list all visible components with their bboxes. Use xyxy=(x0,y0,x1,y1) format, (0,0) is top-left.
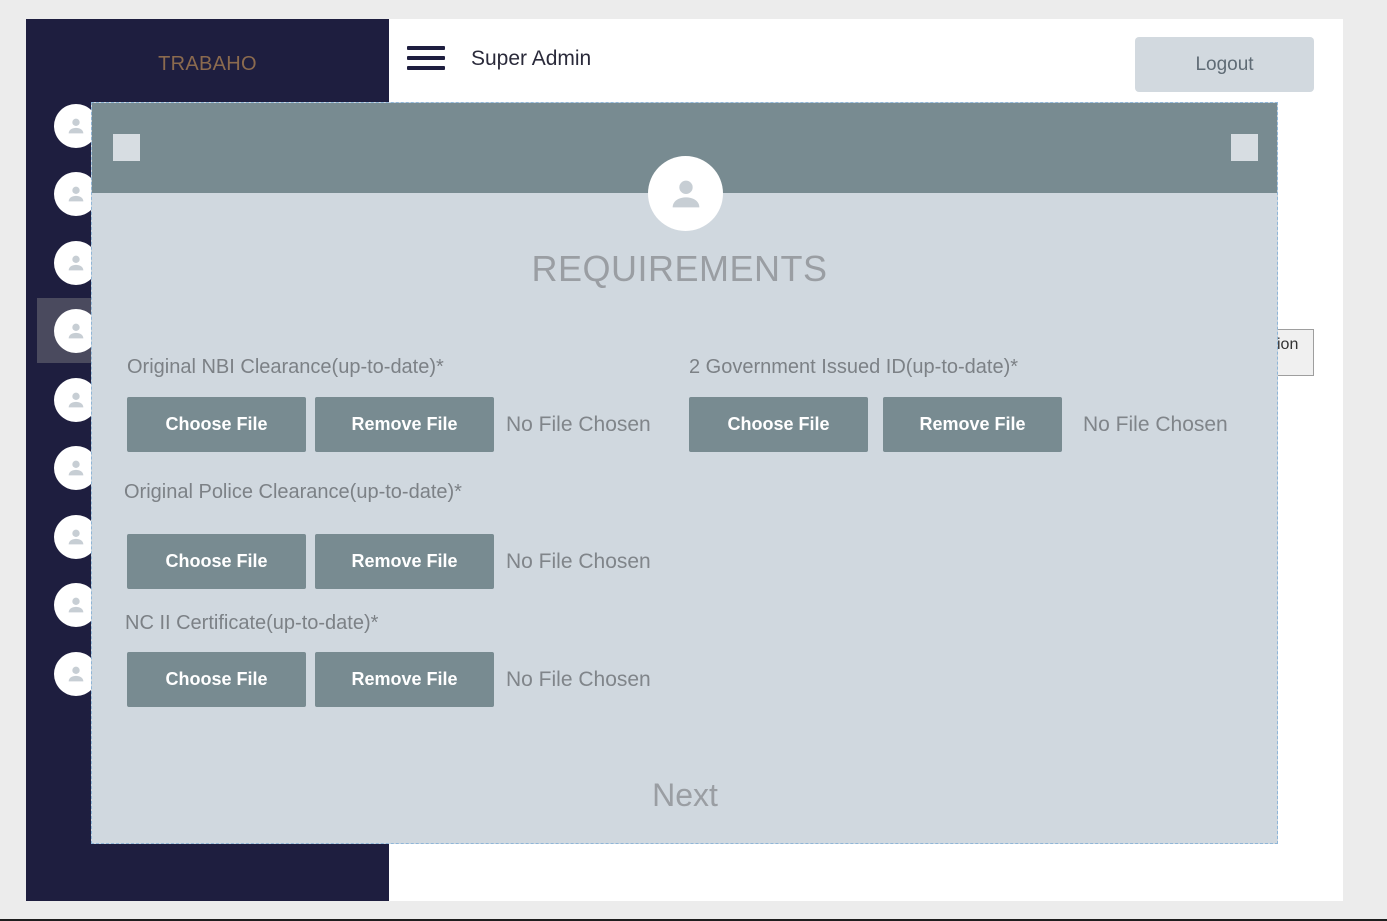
remove-file-button-police[interactable]: Remove File xyxy=(315,534,494,589)
requirement-label-nc2: NC II Certificate(up-to-date)* xyxy=(125,612,379,634)
file-status-nbi: No File Chosen xyxy=(506,413,651,436)
user-icon xyxy=(68,529,84,545)
remove-file-button-nc2[interactable]: Remove File xyxy=(315,652,494,707)
next-button[interactable]: Next xyxy=(632,773,738,817)
remove-file-button-gov-id[interactable]: Remove File xyxy=(883,397,1062,452)
modal-title: REQUIREMENTS xyxy=(531,248,828,289)
file-status-police: No File Chosen xyxy=(506,550,651,573)
user-icon xyxy=(672,180,699,207)
choose-file-button-police[interactable]: Choose File xyxy=(127,534,306,589)
user-icon xyxy=(68,460,84,476)
avatar xyxy=(648,156,723,231)
choose-file-button-nc2[interactable]: Choose File xyxy=(127,652,306,707)
user-icon xyxy=(68,118,84,134)
user-icon xyxy=(68,597,84,613)
header-square-right-icon[interactable] xyxy=(1231,134,1258,161)
requirement-label-nbi: Original NBI Clearance(up-to-date)* xyxy=(127,356,444,378)
user-icon xyxy=(68,186,84,202)
background-partial-button[interactable]: ion xyxy=(1272,329,1314,376)
user-icon xyxy=(68,323,84,339)
user-icon xyxy=(68,255,84,271)
hamburger-menu-icon[interactable] xyxy=(407,46,445,74)
logout-button[interactable]: Logout xyxy=(1135,37,1314,92)
header-square-left-icon[interactable] xyxy=(113,134,140,161)
file-status-nc2: No File Chosen xyxy=(506,668,651,691)
brand-logo[interactable]: TRABAHO xyxy=(26,53,389,76)
requirement-label-police: Original Police Clearance(up-to-date)* xyxy=(124,481,462,503)
choose-file-button-gov-id[interactable]: Choose File xyxy=(689,397,868,452)
choose-file-button-nbi[interactable]: Choose File xyxy=(127,397,306,452)
requirement-label-gov-id: 2 Government Issued ID(up-to-date)* xyxy=(689,356,1019,378)
user-icon xyxy=(68,392,84,408)
remove-file-button-nbi[interactable]: Remove File xyxy=(315,397,494,452)
top-bar: Super Admin Logout xyxy=(389,24,1343,102)
file-status-gov-id: No File Chosen xyxy=(1083,413,1228,436)
requirements-modal: REQUIREMENTS Original NBI Clearance(up-t… xyxy=(91,102,1278,844)
page-title: Super Admin xyxy=(471,47,592,70)
user-icon xyxy=(68,666,84,682)
